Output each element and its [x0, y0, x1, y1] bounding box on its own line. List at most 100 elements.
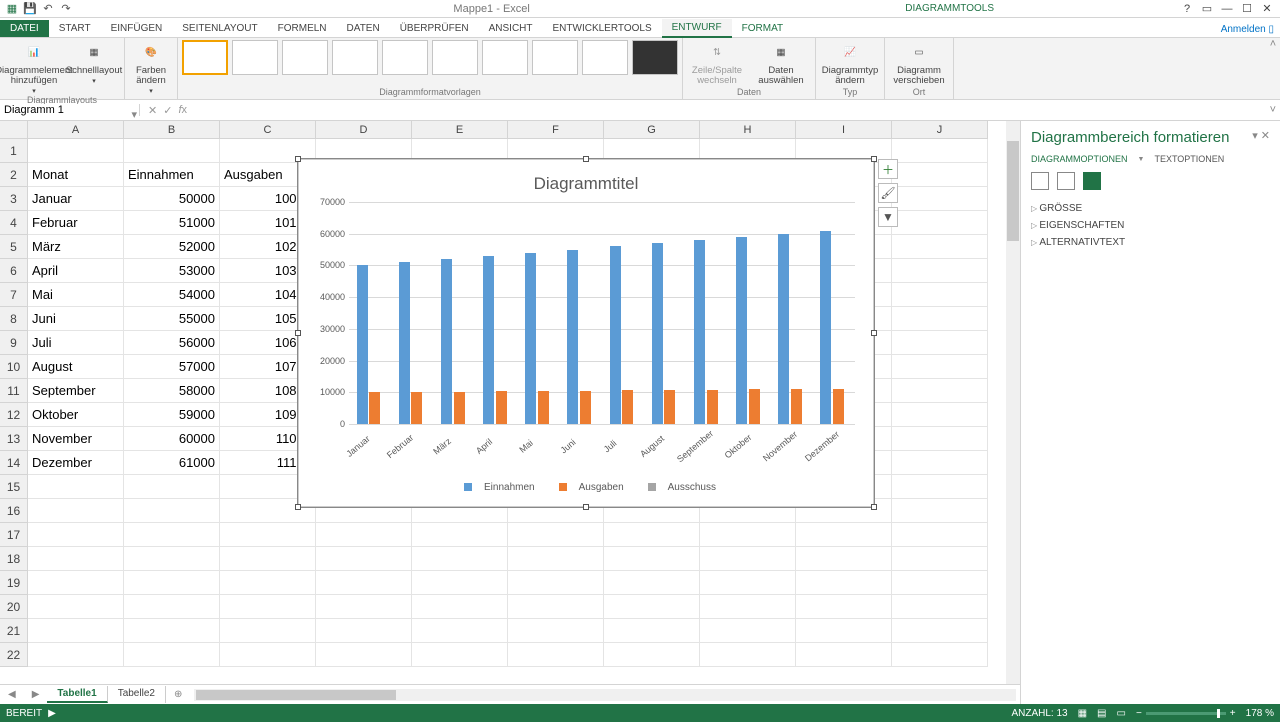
row-header[interactable]: 17: [0, 523, 28, 547]
bar-Ausgaben[interactable]: [833, 389, 844, 424]
cell[interactable]: Oktober: [28, 403, 124, 427]
cell[interactable]: [892, 139, 988, 163]
change-chart-type-button[interactable]: 📈Diagrammtyp ändern: [820, 40, 880, 86]
column-header[interactable]: C: [220, 121, 316, 139]
column-header[interactable]: J: [892, 121, 988, 139]
cell[interactable]: [124, 499, 220, 523]
cell[interactable]: [316, 619, 412, 643]
cell[interactable]: [892, 331, 988, 355]
row-header[interactable]: 18: [0, 547, 28, 571]
cell[interactable]: [892, 571, 988, 595]
chart-style-3[interactable]: [282, 40, 328, 75]
cell[interactable]: [508, 619, 604, 643]
row-header[interactable]: 11: [0, 379, 28, 403]
chart-brush-icon[interactable]: 🖌: [878, 183, 898, 203]
bar-Einnahmen[interactable]: [441, 259, 452, 424]
cell[interactable]: [28, 547, 124, 571]
cell[interactable]: [892, 235, 988, 259]
cell[interactable]: [124, 619, 220, 643]
row-headers[interactable]: 12345678910111213141516171819202122: [0, 139, 28, 667]
chart-style-7[interactable]: [482, 40, 528, 75]
cell[interactable]: 55000: [124, 307, 220, 331]
bar-Ausgaben[interactable]: [454, 392, 465, 424]
bar-Ausgaben[interactable]: [496, 391, 507, 424]
cell[interactable]: [892, 307, 988, 331]
cell[interactable]: [316, 523, 412, 547]
cell[interactable]: [892, 595, 988, 619]
cell[interactable]: September: [28, 379, 124, 403]
cell[interactable]: 60000: [124, 427, 220, 451]
collapse-ribbon-icon[interactable]: ˄: [1266, 38, 1280, 99]
cell[interactable]: [220, 523, 316, 547]
change-colors-button[interactable]: 🎨Farben ändern▾: [129, 40, 173, 95]
cell[interactable]: [220, 643, 316, 667]
row-header[interactable]: 8: [0, 307, 28, 331]
cell[interactable]: [796, 595, 892, 619]
bar-Ausgaben[interactable]: [791, 389, 802, 424]
bar-Einnahmen[interactable]: [567, 250, 578, 424]
minimize-icon[interactable]: —: [1218, 2, 1236, 16]
column-header[interactable]: G: [604, 121, 700, 139]
bar-Einnahmen[interactable]: [736, 237, 747, 424]
chart-filter-icon[interactable]: ▼: [878, 207, 898, 227]
ribbon-tab-ansicht[interactable]: ANSICHT: [479, 20, 543, 37]
cell[interactable]: [124, 475, 220, 499]
cell[interactable]: [892, 187, 988, 211]
save-icon[interactable]: 💾: [22, 1, 38, 17]
vertical-scrollbar[interactable]: [1006, 121, 1020, 704]
maximize-icon[interactable]: ☐: [1238, 2, 1256, 16]
ribbon-tab-daten[interactable]: DATEN: [337, 20, 390, 37]
cell[interactable]: 51000: [124, 211, 220, 235]
cell[interactable]: [124, 139, 220, 163]
cell[interactable]: [124, 547, 220, 571]
column-headers[interactable]: ABCDEFGHIJ: [28, 121, 988, 139]
cell[interactable]: [28, 499, 124, 523]
undo-icon[interactable]: ↶: [40, 1, 56, 17]
cell[interactable]: [604, 571, 700, 595]
column-header[interactable]: H: [700, 121, 796, 139]
bar-Einnahmen[interactable]: [483, 256, 494, 424]
bar-Ausgaben[interactable]: [369, 392, 380, 424]
column-header[interactable]: E: [412, 121, 508, 139]
chart-styles-gallery[interactable]: [182, 40, 678, 75]
cell[interactable]: [892, 211, 988, 235]
cell[interactable]: [124, 595, 220, 619]
cell[interactable]: Einnahmen: [124, 163, 220, 187]
cell[interactable]: 58000: [124, 379, 220, 403]
cell[interactable]: [28, 523, 124, 547]
pane-close-icon[interactable]: ▾ ✕: [1252, 129, 1270, 142]
worksheet-area[interactable]: ABCDEFGHIJ 12345678910111213141516171819…: [0, 121, 1020, 704]
help-icon[interactable]: ?: [1178, 2, 1196, 16]
cell[interactable]: [700, 619, 796, 643]
chart-object[interactable]: Diagrammtitel 01000020000300004000050000…: [298, 159, 874, 507]
cell[interactable]: [892, 403, 988, 427]
cell[interactable]: [412, 619, 508, 643]
ribbon-ctxtab-entwurf[interactable]: ENTWURF: [662, 19, 732, 38]
cell[interactable]: [316, 595, 412, 619]
cell[interactable]: [892, 427, 988, 451]
file-tab[interactable]: DATEI: [0, 20, 49, 37]
row-header[interactable]: 20: [0, 595, 28, 619]
section-properties[interactable]: EIGENSCHAFTEN: [1031, 217, 1270, 234]
row-header[interactable]: 4: [0, 211, 28, 235]
ribbon-tab-überprüfen[interactable]: ÜBERPRÜFEN: [390, 20, 479, 37]
ribbon-options-icon[interactable]: ▭: [1198, 2, 1216, 16]
row-header[interactable]: 15: [0, 475, 28, 499]
cell[interactable]: [700, 643, 796, 667]
cell[interactable]: [220, 619, 316, 643]
pane-tab-chart-options[interactable]: DIAGRAMMOPTIONEN: [1031, 154, 1128, 164]
row-header[interactable]: 22: [0, 643, 28, 667]
row-header[interactable]: 10: [0, 355, 28, 379]
cell[interactable]: März: [28, 235, 124, 259]
bar-Ausgaben[interactable]: [749, 389, 760, 424]
cell[interactable]: [892, 523, 988, 547]
cell[interactable]: [124, 643, 220, 667]
zoom-in-icon[interactable]: +: [1230, 708, 1236, 719]
cell[interactable]: [412, 643, 508, 667]
bar-Einnahmen[interactable]: [820, 231, 831, 424]
chart-style-2[interactable]: [232, 40, 278, 75]
cell[interactable]: [316, 571, 412, 595]
select-data-button[interactable]: ▦Daten auswählen: [751, 40, 811, 86]
cell[interactable]: [892, 355, 988, 379]
bar-Einnahmen[interactable]: [778, 234, 789, 424]
